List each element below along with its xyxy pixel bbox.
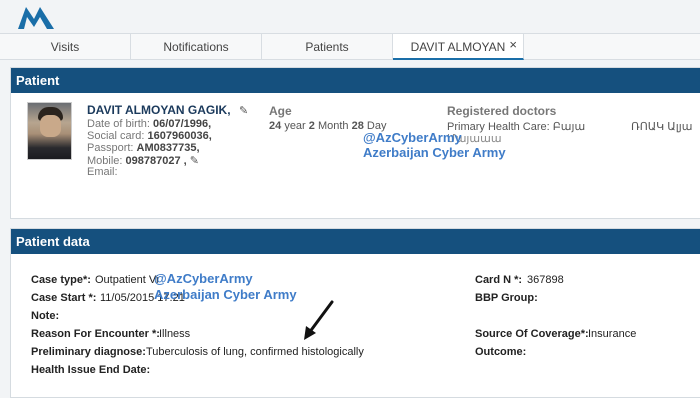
patient-name: DAVIT ALMOYAN GAGIK,	[87, 103, 231, 117]
watermark-handle: @AzCyberArmy	[154, 271, 253, 286]
tab-notifications[interactable]: Notifications	[131, 34, 262, 60]
reason-label: Reason For Encounter *:	[31, 328, 160, 340]
end-date-label: Health Issue End Date:	[31, 364, 151, 376]
coverage-label: Source Of Coverage*:	[475, 328, 589, 340]
watermark-org: Azerbaijan Cyber Army	[363, 145, 506, 160]
tab-label: Notifications	[163, 40, 229, 54]
tab-label: Visits	[50, 40, 80, 54]
note-label: Note:	[31, 310, 60, 322]
tab-label: DAVIT ALMOYAN	[410, 40, 506, 54]
diagnose-value: Tuberculosis of lung, confirmed histolog…	[146, 346, 364, 358]
email-row: Email:	[87, 166, 118, 178]
reason-value: Illness	[159, 328, 191, 340]
tab-label: Patients	[305, 40, 349, 54]
dob-row: Date of birth: 06/07/1996,	[87, 118, 212, 130]
case-start-label: Case Start *:	[31, 292, 97, 304]
watermark-handle: @AzCyberArmy	[363, 130, 462, 145]
diagnose-label: Preliminary diagnose:	[31, 346, 146, 358]
doctors-heading: Registered doctors	[447, 104, 557, 118]
patient-data-panel: Patient data Case type*: Outpatient Vi C…	[10, 228, 700, 398]
passport-row: Passport: AM0837735,	[87, 142, 200, 154]
top-bar	[0, 0, 700, 33]
tab-visits[interactable]: Visits	[0, 34, 131, 60]
card-label: Card N *:	[475, 274, 523, 286]
tab-bar: Visits Notifications Patients DAVIT ALMO…	[0, 33, 700, 60]
arrow-icon	[304, 300, 334, 340]
coverage-value: Insurance	[588, 328, 637, 340]
pencil-icon[interactable]: ✎	[190, 155, 199, 167]
card-value: 367898	[527, 274, 564, 286]
watermark-org: Azerbaijan Cyber Army	[154, 287, 297, 302]
patient-photo	[27, 102, 72, 160]
logo-icon[interactable]	[16, 3, 56, 31]
bbp-label: BBP Group:	[475, 292, 538, 304]
age-heading: Age	[269, 104, 292, 118]
case-type-label: Case type*:	[31, 274, 91, 286]
social-card-row: Social card: 1607960036,	[87, 130, 212, 142]
tab-patient-davit[interactable]: DAVIT ALMOYAN ×	[393, 34, 524, 60]
tab-patients[interactable]: Patients	[262, 34, 393, 60]
close-icon[interactable]: ×	[509, 32, 517, 58]
patient-data-title: Patient data	[11, 229, 700, 254]
doctor-org: ՌՈԱԿ Ալյա	[631, 121, 693, 133]
outcome-label: Outcome:	[475, 346, 527, 358]
patient-panel-title: Patient	[11, 68, 700, 93]
case-type-value: Outpatient Vi	[95, 274, 159, 286]
pencil-icon[interactable]: ✎	[239, 104, 248, 117]
patient-panel: Patient DAVIT ALMOYAN GAGIK, ✎ Date of b…	[10, 67, 700, 219]
